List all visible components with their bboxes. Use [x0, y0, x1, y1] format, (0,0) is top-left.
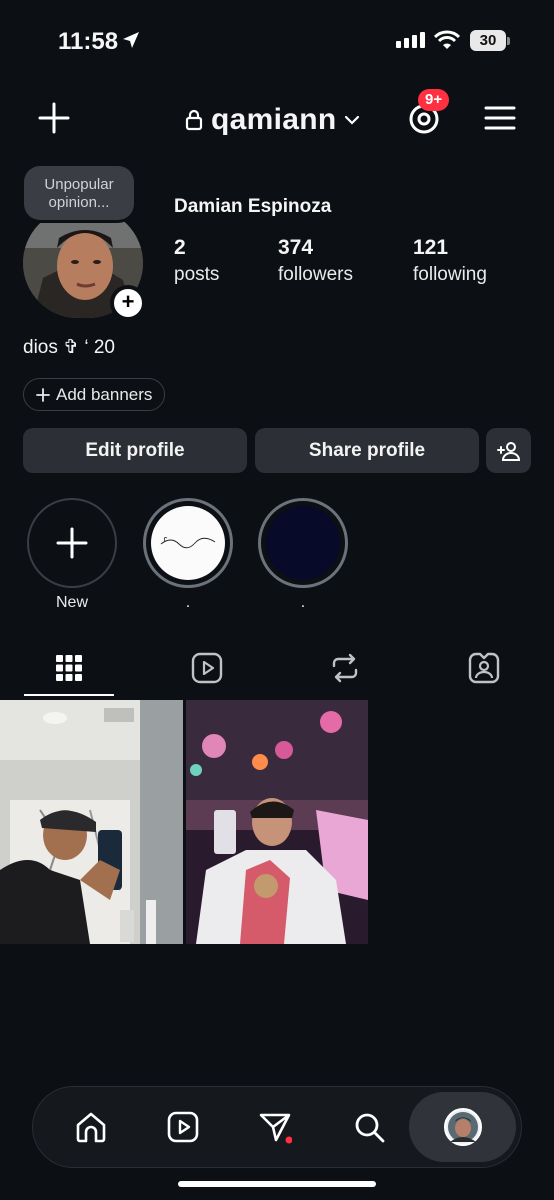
home-indicator [178, 1181, 376, 1187]
tab-reels[interactable] [187, 648, 227, 688]
profile-avatar-icon [444, 1108, 482, 1146]
stat-count: 2 [174, 236, 186, 259]
nav-reels[interactable] [160, 1104, 206, 1150]
highlight-item[interactable] [143, 498, 233, 588]
chevron-down-icon [345, 115, 360, 125]
add-banners-button[interactable]: Add banners [23, 378, 166, 411]
username: qamiann [211, 103, 337, 136]
reposts-icon [332, 653, 358, 683]
plus-icon [36, 387, 50, 402]
battery-icon [507, 37, 510, 45]
notification-badge: 9+ [418, 89, 450, 111]
nav-direct[interactable] [252, 1104, 298, 1150]
status-time: 11:58 [58, 28, 119, 55]
new-highlight-button[interactable] [27, 498, 117, 588]
menu-hamburger-icon[interactable] [484, 104, 516, 132]
plus-icon [56, 527, 88, 559]
nav-search[interactable] [346, 1104, 392, 1150]
discover-people-button[interactable] [486, 428, 531, 473]
reels-icon [167, 1111, 199, 1143]
highlight-cover [266, 506, 340, 580]
stat-count: 121 [413, 236, 449, 259]
grid-icon [56, 655, 82, 681]
highlight-label: . [185, 594, 191, 611]
highlight-label: . [300, 594, 306, 611]
active-tab-indicator [24, 694, 114, 696]
highlight-cover [151, 506, 225, 580]
cellular-signal-icon [396, 32, 425, 48]
direct-message-icon [259, 1113, 292, 1144]
stat-label: followers [278, 264, 353, 285]
status-bar: 11:58 30 [0, 0, 554, 80]
nav-home[interactable] [68, 1104, 114, 1150]
account-switcher[interactable]: qamiann [185, 100, 360, 140]
share-profile-button[interactable]: Share profile [255, 428, 479, 473]
highlight-item[interactable] [258, 498, 348, 588]
lock-icon [185, 109, 203, 131]
battery-level: 30 [470, 30, 506, 51]
post-thumbnail[interactable] [0, 700, 183, 944]
stat-posts[interactable]: 2 posts [174, 236, 219, 286]
nav-profile[interactable] [440, 1104, 486, 1150]
full-name: Damian Espinoza [174, 196, 332, 217]
stat-label: posts [174, 264, 220, 285]
add-person-icon [496, 441, 520, 461]
add-banners-label: Add banners [56, 384, 153, 404]
home-icon [76, 1112, 106, 1143]
wifi-icon [434, 30, 460, 49]
post-thumbnail[interactable] [186, 700, 368, 944]
post-image [186, 700, 368, 944]
bio-text: dios ✞ ‘ 20 [23, 337, 115, 358]
reels-icon [191, 652, 223, 684]
add-story-plus-icon[interactable]: + [110, 285, 146, 321]
profile-note[interactable]: Unpopular opinion... [24, 166, 134, 220]
search-icon [355, 1113, 385, 1143]
stat-following[interactable]: 121 following [413, 236, 487, 286]
tab-grid[interactable] [49, 648, 89, 688]
post-image [0, 700, 183, 944]
location-arrow-icon [123, 32, 139, 48]
stat-label: following [413, 264, 487, 285]
highlight-label: New [55, 594, 88, 611]
create-plus-icon[interactable] [36, 100, 72, 136]
tagged-icon [468, 652, 500, 684]
tab-reposts[interactable] [325, 648, 365, 688]
edit-profile-button[interactable]: Edit profile [23, 428, 247, 473]
stat-count: 374 [278, 236, 314, 259]
stat-followers[interactable]: 374 followers [278, 236, 353, 286]
tab-tagged[interactable] [464, 648, 504, 688]
